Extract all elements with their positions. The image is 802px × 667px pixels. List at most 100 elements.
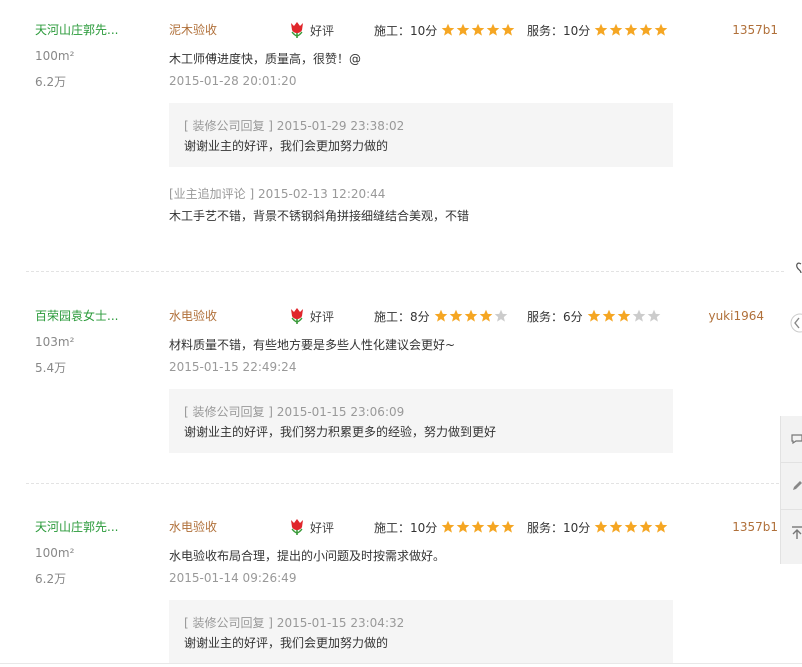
house-budget: 5.4万 <box>35 361 67 375</box>
star-icon <box>486 520 500 533</box>
chat-button[interactable] <box>781 416 802 463</box>
review-text: 材料质量不错，有些地方要是多些人性化建议会更好~ <box>169 338 456 352</box>
star-icon <box>594 23 608 36</box>
reply-body: 谢谢业主的好评，我们努力积累更多的经验，努力做到更好 <box>184 425 497 439</box>
star-icon <box>434 309 447 322</box>
service-stars <box>587 309 662 323</box>
reviewer-username[interactable]: 1357b1 <box>732 21 778 39</box>
star-icon <box>609 23 623 36</box>
construction-stars <box>441 23 516 37</box>
rating-label: 好评 <box>310 23 335 38</box>
star-icon <box>464 309 477 322</box>
star-icon <box>456 23 470 36</box>
review-text: 水电验收布局合理，提出的小问题及时按需求做好。 <box>169 549 446 563</box>
house-budget: 6.2万 <box>35 572 67 586</box>
construction-score: 施工：10分 <box>374 21 516 39</box>
review-time: 2015-01-15 22:49:24 <box>169 360 297 374</box>
rating-flag: 好评 <box>288 307 334 325</box>
house-area: 103m² <box>35 335 75 349</box>
chat-icon <box>791 434 802 445</box>
star-icon <box>647 309 660 322</box>
star-icon <box>594 520 608 533</box>
construction-stars <box>441 520 516 534</box>
house-area: 100m² <box>35 49 75 63</box>
star-icon <box>441 23 455 36</box>
star-icon <box>639 520 653 533</box>
star-icon <box>609 520 623 533</box>
edit-button[interactable] <box>781 463 802 510</box>
star-icon <box>587 309 600 322</box>
company-reply: [ 装修公司回复 ] 2015-01-15 23:04:32 谢谢业主的好评，我… <box>169 600 673 664</box>
star-icon <box>501 23 515 36</box>
construction-score: 施工：8分 <box>374 307 509 325</box>
star-icon <box>494 309 507 322</box>
service-label: 服务：6分 <box>527 309 583 324</box>
chevron-left-icon[interactable] <box>790 312 802 334</box>
review-time: 2015-01-28 20:01:20 <box>169 74 297 88</box>
review-divider <box>26 483 784 484</box>
review-text: 木工师傅进度快，质量高，很赞！@ <box>169 52 362 66</box>
service-score: 服务：10分 <box>527 518 669 536</box>
tulip-icon <box>291 308 303 324</box>
review-stage: 泥木验收 <box>169 23 218 37</box>
reviewer-name[interactable]: 天河山庄郭先... <box>35 21 145 39</box>
company-reply: [ 装修公司回复 ] 2015-01-15 23:06:09 谢谢业主的好评，我… <box>169 389 673 453</box>
review-stage: 水电验收 <box>169 309 218 323</box>
star-icon <box>654 23 668 36</box>
back-to-top-button[interactable] <box>781 510 802 556</box>
reviewer-name[interactable]: 天河山庄郭先... <box>35 518 145 536</box>
review-stage: 水电验收 <box>169 520 218 534</box>
star-icon <box>471 23 485 36</box>
edit-icon <box>793 481 802 490</box>
tulip-icon <box>291 519 303 535</box>
service-stars <box>594 23 669 37</box>
back-to-top-icon <box>792 526 802 539</box>
star-icon <box>632 309 645 322</box>
reviewer-username[interactable]: yuki1964 <box>708 307 764 325</box>
reviewer-info: 天河山庄郭先... 100m² 6.2万 <box>35 21 145 95</box>
reviews-page: 天河山庄郭先... 100m² 6.2万 泥木验收 好评 施工：10分 服务：1… <box>0 0 802 667</box>
followup-header: [业主追加评论 ] 2015-02-13 12:20:44 <box>169 187 386 201</box>
rating-flag: 好评 <box>288 518 334 536</box>
star-icon <box>456 520 470 533</box>
star-icon <box>639 23 653 36</box>
service-score: 服务：6分 <box>527 307 662 325</box>
rating-label: 好评 <box>310 520 335 535</box>
company-reply: [ 装修公司回复 ] 2015-01-29 23:38:02 谢谢业主的好评，我… <box>169 103 673 167</box>
page-bottom-border <box>0 663 802 664</box>
construction-stars <box>434 309 509 323</box>
reviewer-username[interactable]: 1357b1 <box>732 518 778 536</box>
construction-label: 施工：8分 <box>374 309 430 324</box>
star-icon <box>449 309 462 322</box>
construction-score: 施工：10分 <box>374 518 516 536</box>
reply-body: 谢谢业主的好评，我们会更加努力做的 <box>184 139 389 153</box>
tulip-icon <box>291 22 303 38</box>
construction-label: 施工：10分 <box>374 23 438 38</box>
star-icon <box>624 23 638 36</box>
hook-icon <box>796 262 802 274</box>
followup-body: 木工手艺不错，背景不锈钢斜角拼接细缝结合美观，不错 <box>169 209 470 223</box>
house-area: 100m² <box>35 546 75 560</box>
star-icon <box>471 520 485 533</box>
star-icon <box>602 309 615 322</box>
service-stars <box>594 520 669 534</box>
star-icon <box>479 309 492 322</box>
reply-header: [ 装修公司回复 ] 2015-01-29 23:38:02 <box>184 119 405 133</box>
service-label: 服务：10分 <box>527 520 591 535</box>
review-item: 天河山庄郭先... 100m² 6.2万 水电验收 好评 施工：10分 服务：1… <box>0 518 784 667</box>
review-time: 2015-01-14 09:26:49 <box>169 571 297 585</box>
rating-flag: 好评 <box>288 21 334 39</box>
service-label: 服务：10分 <box>527 23 591 38</box>
reviewer-name[interactable]: 百荣园袁女士... <box>35 307 145 325</box>
reviewer-info: 天河山庄郭先... 100m² 6.2万 <box>35 518 145 592</box>
construction-label: 施工：10分 <box>374 520 438 535</box>
star-icon <box>501 520 515 533</box>
star-icon <box>617 309 630 322</box>
house-budget: 6.2万 <box>35 75 67 89</box>
reviewer-info: 百荣园袁女士... 103m² 5.4万 <box>35 307 145 381</box>
review-item: 百荣园袁女士... 103m² 5.4万 水电验收 好评 施工：8分 服务：6分… <box>0 307 784 477</box>
star-icon <box>486 23 500 36</box>
review-divider <box>26 271 784 272</box>
star-icon <box>624 520 638 533</box>
rating-label: 好评 <box>310 309 335 324</box>
